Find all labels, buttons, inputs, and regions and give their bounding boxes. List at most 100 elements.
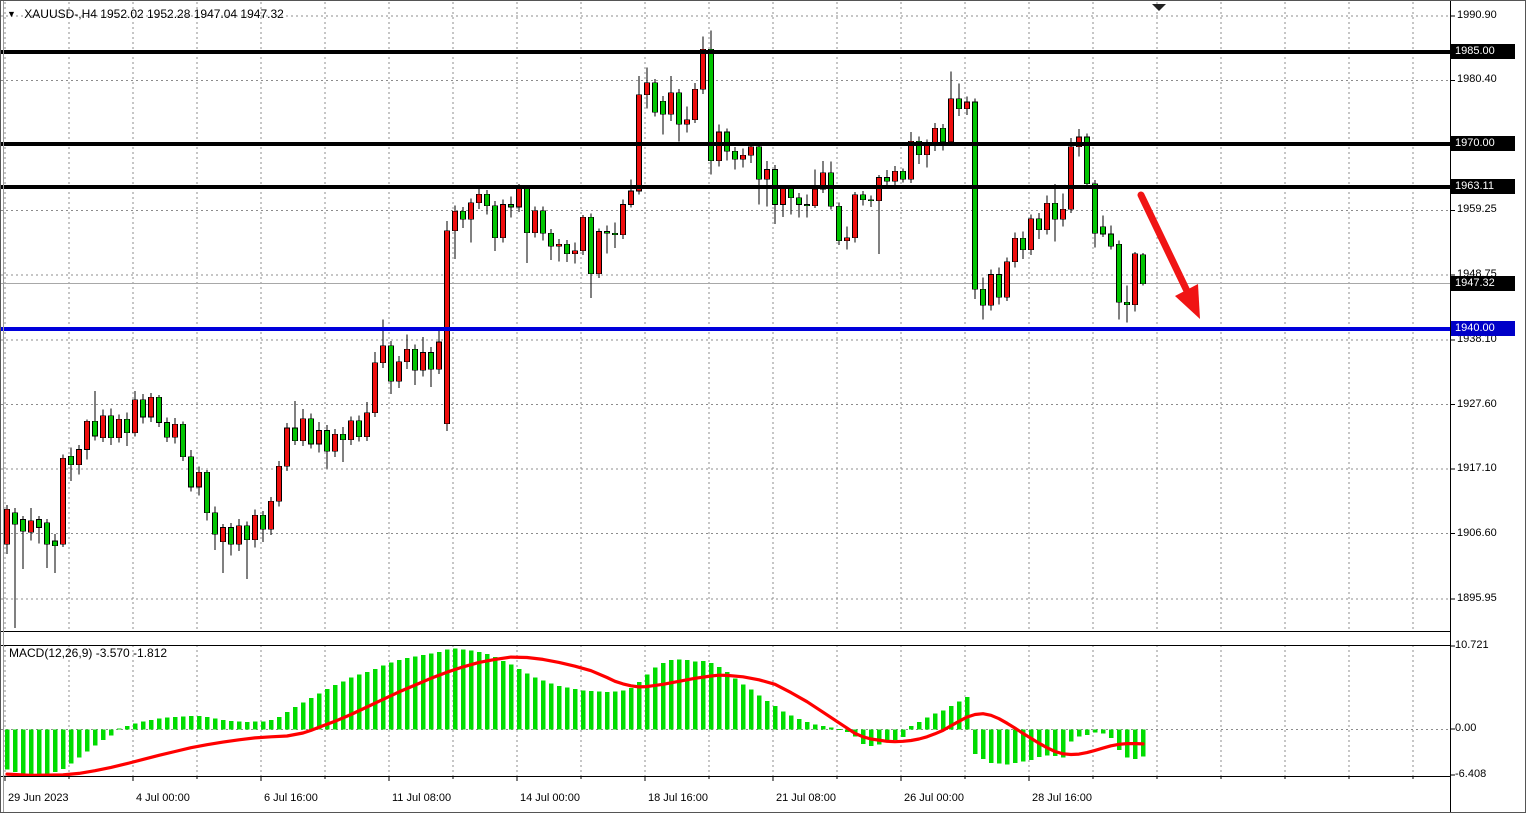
- macd-bar: [13, 730, 18, 772]
- candle-body: [885, 177, 890, 181]
- macd-bar: [141, 721, 146, 729]
- macd-bar: [173, 717, 178, 730]
- chart-shift-marker-icon: [1152, 4, 1166, 11]
- candle-body: [277, 466, 282, 501]
- macd-bar: [805, 722, 810, 730]
- candle-body: [1117, 244, 1122, 302]
- macd-bar: [1069, 730, 1074, 742]
- candle-body: [141, 400, 146, 417]
- macd-bar: [445, 650, 450, 730]
- candle-body: [797, 198, 802, 205]
- candle-body: [181, 424, 186, 457]
- candle-body: [1005, 262, 1010, 298]
- candle-body: [349, 421, 354, 440]
- macd-bar: [37, 730, 42, 775]
- candle-body: [381, 346, 386, 363]
- macd-bar: [661, 663, 666, 729]
- macd-bar: [677, 659, 682, 729]
- macd-bar: [973, 730, 978, 754]
- candle-body: [293, 428, 298, 441]
- macd-bar: [45, 730, 50, 775]
- candle-body: [1069, 147, 1074, 210]
- candle-body: [501, 205, 506, 238]
- macd-bar: [117, 728, 122, 729]
- candle-body: [565, 244, 570, 253]
- candle-body: [389, 346, 394, 382]
- candle-body: [285, 428, 290, 466]
- macd-bar: [917, 722, 922, 730]
- candle-body: [941, 128, 946, 142]
- candle-body: [421, 352, 426, 370]
- candle-body: [789, 188, 794, 198]
- candle-body: [325, 430, 330, 451]
- macd-bar: [317, 693, 322, 729]
- candle-body: [213, 513, 218, 534]
- candle-body: [117, 419, 122, 437]
- macd-bar: [1005, 730, 1010, 765]
- candle-body: [133, 400, 138, 433]
- macd-bar: [397, 660, 402, 729]
- candle-body: [429, 352, 434, 369]
- macd-bar: [245, 722, 250, 730]
- candle-body: [261, 515, 266, 529]
- macd-bar: [365, 672, 370, 729]
- macd-bar: [413, 656, 418, 729]
- macd-bar: [285, 712, 290, 729]
- candle-body: [493, 206, 498, 238]
- macd-bar: [437, 652, 442, 730]
- candle-body: [893, 171, 898, 181]
- macd-bar: [565, 688, 570, 730]
- candle-body: [45, 523, 50, 544]
- macd-bar: [605, 692, 610, 730]
- macd-bar: [197, 716, 202, 730]
- candle-body: [397, 362, 402, 382]
- macd-bar: [1085, 730, 1090, 735]
- candle-body: [205, 472, 210, 513]
- candle-body: [21, 519, 26, 531]
- candle-body: [61, 458, 66, 544]
- macd-bar: [85, 730, 90, 752]
- macd-bar: [773, 706, 778, 729]
- macd-bar: [933, 714, 938, 730]
- candle-body: [165, 422, 170, 437]
- macd-bar: [509, 665, 514, 730]
- chart-canvas[interactable]: [1, 1, 1526, 813]
- candle-body: [1013, 238, 1018, 261]
- gridlines: [1, 2, 1450, 776]
- macd-bar: [261, 721, 266, 729]
- candle-body: [725, 132, 730, 151]
- macd-bar: [645, 674, 650, 729]
- macd-bar: [293, 707, 298, 730]
- macd-bar: [1077, 730, 1082, 737]
- candle-body: [973, 102, 978, 289]
- candle-body: [469, 203, 474, 220]
- candle-body: [77, 449, 82, 464]
- macd-bar: [93, 730, 98, 746]
- macd-bar: [77, 730, 82, 758]
- macd-bar: [133, 724, 138, 730]
- macd-bar: [181, 716, 186, 729]
- macd-bar: [469, 650, 474, 729]
- candle-body: [93, 421, 98, 436]
- macd-bar: [725, 672, 730, 729]
- macd-bar: [341, 681, 346, 729]
- macd-bar: [125, 726, 130, 730]
- macd-bar: [621, 690, 626, 729]
- candle-body: [533, 211, 538, 233]
- candle-body: [685, 120, 690, 124]
- macd-bar: [357, 674, 362, 729]
- candle-body: [5, 509, 10, 544]
- macd-bar: [5, 730, 10, 770]
- macd-bar: [981, 730, 986, 759]
- candle-body: [909, 141, 914, 179]
- candle-body: [1109, 234, 1114, 246]
- macd-bar: [877, 730, 882, 745]
- macd-bar: [253, 722, 258, 730]
- macd-bar: [573, 689, 578, 729]
- candle-body: [877, 177, 882, 200]
- candle-body: [965, 102, 970, 109]
- candle-body: [845, 238, 850, 241]
- macd-bar: [453, 649, 458, 730]
- macd-bar: [149, 720, 154, 730]
- macd-bar: [349, 678, 354, 730]
